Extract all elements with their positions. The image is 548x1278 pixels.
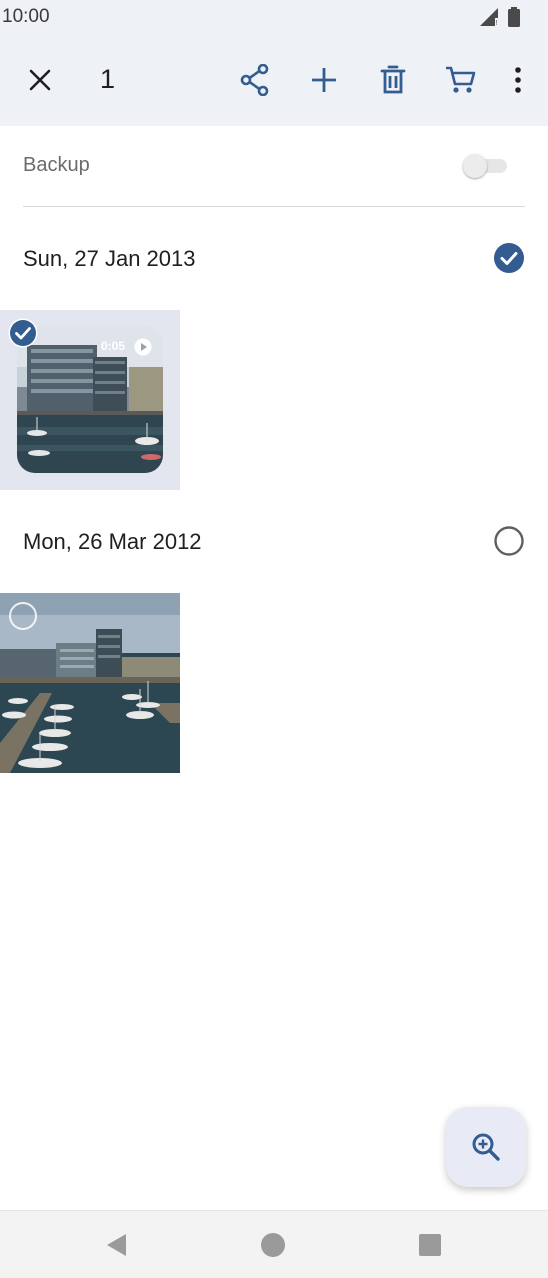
date-header: Sun, 27 Jan 2013: [23, 240, 525, 280]
unselected-circle-icon: [9, 602, 37, 630]
checked-circle-icon: [494, 243, 524, 273]
backup-toggle[interactable]: [463, 154, 511, 178]
select-date-checkbox[interactable]: [493, 525, 525, 557]
order-prints-button[interactable]: [433, 50, 489, 110]
screen: 10:00 ! 1 Backup Sun, 27 Jan 2013 0:05 M…: [0, 0, 548, 1278]
recents-button[interactable]: [410, 1229, 450, 1261]
back-button[interactable]: [96, 1229, 136, 1261]
delete-button[interactable]: [365, 50, 421, 110]
home-icon: [261, 1233, 285, 1257]
photo-thumbnail[interactable]: [0, 593, 180, 773]
add-to-album-button[interactable]: [296, 50, 352, 110]
home-button[interactable]: [253, 1229, 293, 1261]
more-vert-icon: [515, 67, 521, 93]
photo-thumbnail[interactable]: 0:05: [0, 310, 180, 490]
share-icon: [240, 64, 269, 96]
svg-text:!: !: [496, 20, 498, 27]
selection-action-bar: 1: [0, 50, 548, 110]
battery-icon: [508, 7, 520, 27]
date-label: Mon, 26 Mar 2012: [23, 529, 202, 554]
video-photo: 0:05: [17, 327, 163, 473]
zoom-in-button[interactable]: [446, 1107, 526, 1187]
add-icon: [312, 68, 336, 92]
status-time: 10:00: [2, 6, 50, 27]
system-navigation-bar: [0, 1210, 548, 1278]
selected-count: 1: [100, 64, 116, 94]
status-icons: !: [478, 7, 520, 27]
more-options-button[interactable]: [490, 50, 546, 110]
zoom-in-icon: [472, 1133, 500, 1161]
date-header: Mon, 26 Mar 2012: [23, 523, 525, 563]
close-selection-button[interactable]: [12, 50, 68, 110]
unchecked-circle-icon: [494, 526, 524, 556]
toggle-thumb: [463, 154, 487, 178]
share-button[interactable]: [227, 50, 283, 110]
recents-icon: [419, 1234, 441, 1256]
backup-row: Backup: [23, 140, 525, 192]
date-label: Sun, 27 Jan 2013: [23, 246, 196, 271]
divider: [23, 206, 525, 207]
video-duration: 0:05: [100, 339, 125, 353]
back-icon: [107, 1234, 126, 1256]
close-icon: [29, 69, 51, 91]
top-app-bar: 10:00 ! 1: [0, 0, 548, 126]
delete-icon: [380, 65, 406, 94]
selected-check-icon: [8, 318, 38, 348]
select-date-checkbox[interactable]: [493, 242, 525, 274]
play-icon: [134, 338, 152, 356]
cart-icon: [446, 66, 476, 93]
signal-icon: !: [480, 8, 498, 27]
backup-label: Backup: [23, 154, 90, 176]
